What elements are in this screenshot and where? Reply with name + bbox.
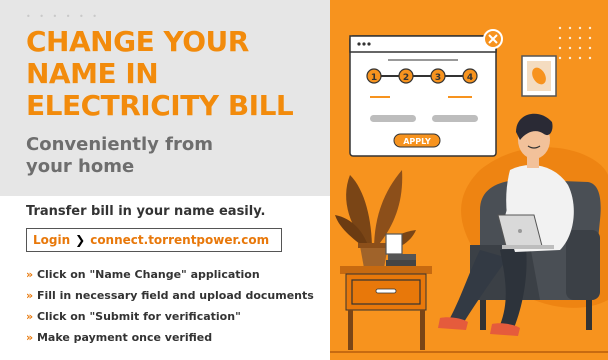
close-icon	[483, 29, 503, 49]
steps-list: » Click on "Name Change" application » F…	[26, 264, 314, 348]
wizard-step-label: 1	[371, 73, 377, 83]
wizard-step-label: 4	[467, 73, 473, 83]
headline: CHANGE YOUR NAME IN ELECTRICITY BILL	[26, 26, 326, 122]
list-item: » Fill in necessary field and upload doc…	[26, 285, 314, 306]
app-window-mockup: 1 2 3 4 APPLY	[349, 35, 497, 157]
login-url-link[interactable]: connect.torrentpower.com	[90, 233, 269, 247]
headline-line-1: CHANGE YOUR	[26, 25, 249, 58]
wizard-step: 2	[398, 68, 414, 84]
list-item: » Make payment once verified	[26, 327, 314, 348]
list-item: » Click on "Name Change" application	[26, 264, 314, 285]
apply-button-label: APPLY	[403, 137, 431, 146]
headline-line-2: NAME IN	[26, 57, 159, 90]
potted-plant	[335, 170, 416, 268]
chevron-right-icon: ❯	[75, 233, 86, 247]
illustration: 1 2 3 4 APPLY	[330, 26, 608, 353]
subheadline-line-2: your home	[26, 156, 135, 177]
apply-button: APPLY	[393, 133, 441, 148]
step-text: Click on "Submit for verification"	[36, 310, 241, 323]
wizard-step-label: 3	[435, 73, 441, 83]
wizard-step: 1	[366, 68, 382, 84]
subheadline: Conveniently from your home	[26, 134, 326, 178]
side-table	[340, 266, 432, 350]
step-text: Click on "Name Change" application	[36, 268, 260, 281]
double-chevron-icon: »	[26, 268, 33, 281]
banner: • • • • • • CHANGE YOUR NAME IN ELECTRIC…	[0, 0, 608, 360]
books	[385, 233, 416, 266]
headline-line-3: ELECTRICITY BILL	[26, 89, 294, 122]
list-item: » Click on "Submit for verification"	[26, 306, 314, 327]
illustration-panel: 1 2 3 4 APPLY	[330, 0, 608, 360]
picture-frame	[521, 55, 557, 97]
dot-grid-icon	[558, 26, 592, 60]
login-label: Login	[33, 233, 71, 247]
step-text: Make payment once verified	[36, 331, 213, 344]
step-text: Fill in necessary field and upload docum…	[36, 289, 314, 302]
wizard-step: 4	[462, 68, 478, 84]
login-link-box[interactable]: Login ❯ connect.torrentpower.com	[26, 228, 282, 252]
subheadline-line-1: Conveniently from	[26, 134, 213, 155]
wizard-step-label: 2	[403, 73, 409, 83]
wizard-step: 3	[430, 68, 446, 84]
double-chevron-icon: »	[26, 310, 33, 323]
description: Transfer bill in your name easily.	[26, 204, 266, 219]
double-chevron-icon: »	[26, 289, 33, 302]
double-chevron-icon: »	[26, 331, 33, 344]
text-panel: • • • • • • CHANGE YOUR NAME IN ELECTRIC…	[0, 0, 330, 360]
decorative-dots: • • • • • •	[26, 12, 101, 21]
